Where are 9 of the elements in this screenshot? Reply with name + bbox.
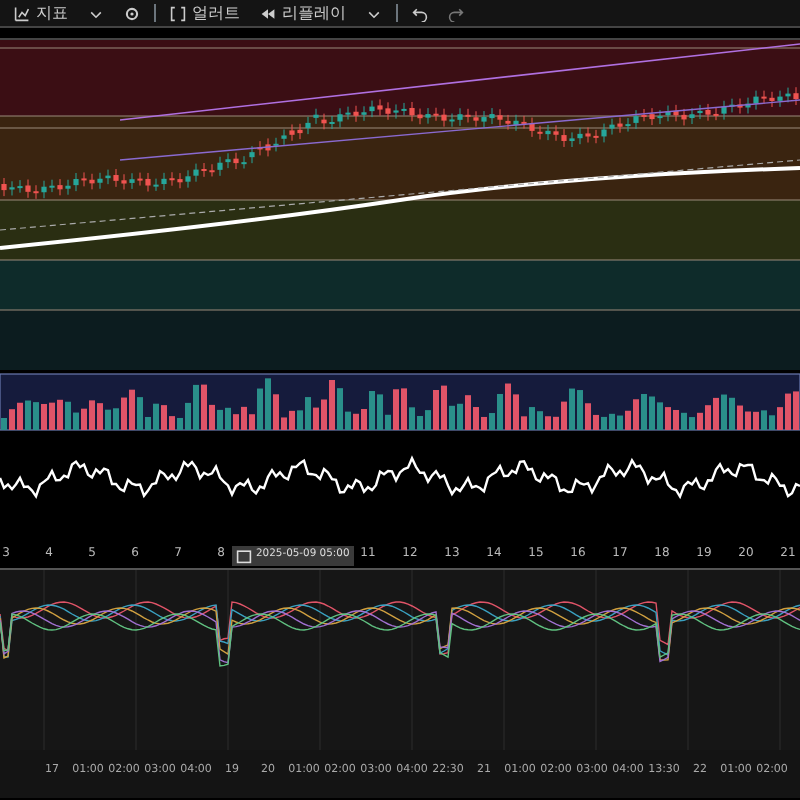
settings-icon [124, 5, 140, 21]
rewind-icon [260, 5, 276, 21]
indicators-button[interactable]: 지표 [8, 5, 74, 21]
redo-icon [448, 5, 464, 21]
undo-icon [412, 5, 428, 21]
bracket-icon [170, 5, 186, 21]
chart-icon [14, 5, 30, 21]
replay-button[interactable]: 리플레이 [254, 5, 352, 21]
alerts-button[interactable]: 얼러트 [164, 5, 246, 21]
